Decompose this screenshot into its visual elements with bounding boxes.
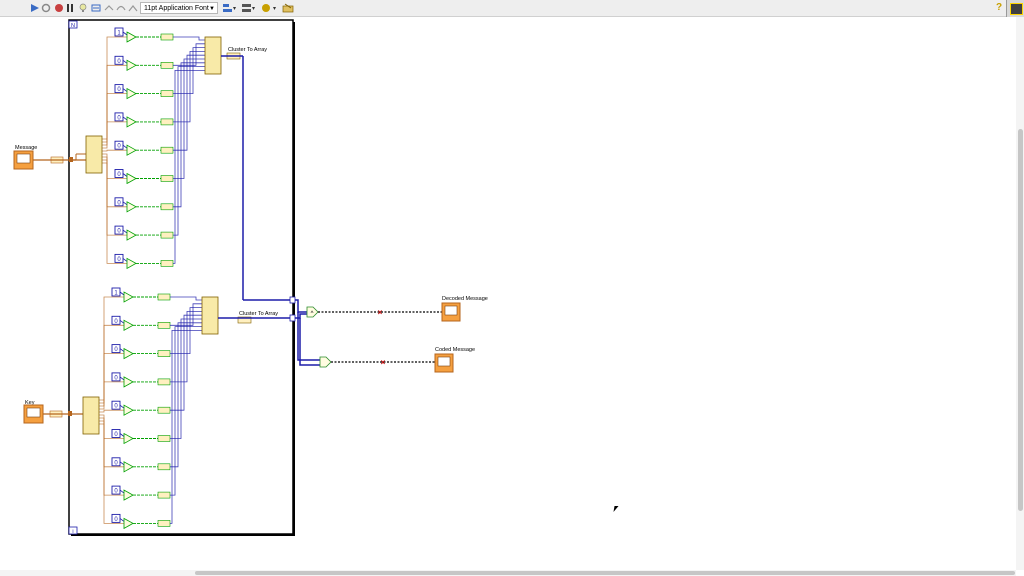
bool-to-number-node[interactable] xyxy=(157,435,171,442)
bool-to-number-node[interactable] xyxy=(160,175,174,182)
font-select[interactable]: 11pt Application Font ▼ xyxy=(140,2,218,14)
compare-node[interactable] xyxy=(126,229,137,241)
compare-node[interactable] xyxy=(126,116,137,128)
bool-to-number-node[interactable] xyxy=(157,293,171,301)
help-icon[interactable]: ? xyxy=(994,2,1004,14)
pause-icon[interactable] xyxy=(65,3,75,13)
bool-to-number-node[interactable] xyxy=(157,321,171,329)
font-select-label: 11pt Application Font xyxy=(144,5,209,12)
cluster-to-array-label-bottom: Cluster To Array xyxy=(239,311,278,317)
bool-to-number-node[interactable] xyxy=(160,33,174,41)
compare-node[interactable] xyxy=(319,356,332,368)
bool-to-number-node[interactable] xyxy=(157,491,171,499)
cluster-to-array-node-top[interactable] xyxy=(204,36,222,75)
compare-node[interactable] xyxy=(126,144,137,156)
run-arrow-icon[interactable] xyxy=(30,3,40,13)
decoded-message-label: Decoded Message xyxy=(442,296,488,302)
loop-count-label: N xyxy=(71,23,75,29)
step-over-icon[interactable] xyxy=(116,3,126,13)
bool-to-number-node[interactable] xyxy=(160,203,174,211)
tunnel-bottom xyxy=(289,314,296,322)
highlight-execution-icon[interactable] xyxy=(78,3,88,13)
compare-node[interactable] xyxy=(123,432,134,445)
bool-to-number-node[interactable] xyxy=(160,146,174,154)
bool-to-number-node[interactable] xyxy=(157,520,171,527)
message-label: Message xyxy=(15,145,37,151)
toolbar: 11pt Application Font ▼ ? xyxy=(0,0,1024,17)
bool-to-number-node[interactable] xyxy=(157,463,171,471)
vertical-scrollbar[interactable] xyxy=(1016,17,1024,570)
compare-node[interactable] xyxy=(123,404,134,416)
compare-node[interactable] xyxy=(123,376,134,388)
coded-message-label: Coded Message xyxy=(435,347,475,353)
bool-to-number-node[interactable] xyxy=(157,406,171,414)
compare-node[interactable] xyxy=(126,172,137,185)
unbundle-node-bottom[interactable] xyxy=(82,396,100,435)
bool-to-number-node[interactable] xyxy=(160,260,174,267)
abort-icon[interactable] xyxy=(54,3,64,13)
block-diagram: 100000000100000000 N i Message Key Clust… xyxy=(13,19,488,536)
compare-node[interactable] xyxy=(123,347,134,360)
reorder-icon[interactable] xyxy=(261,3,277,13)
compare-node[interactable] xyxy=(126,31,137,43)
loop-iteration-label: i xyxy=(72,529,73,535)
vi-icon[interactable] xyxy=(1006,0,1024,17)
bool-to-number-node[interactable] xyxy=(160,118,174,126)
compare-node[interactable] xyxy=(126,59,137,71)
bool-to-number-node[interactable] xyxy=(157,378,171,386)
horizontal-scrollbar[interactable] xyxy=(0,570,1016,576)
xor-symbol: ^ xyxy=(311,311,314,317)
step-out-icon[interactable] xyxy=(128,3,138,13)
tunnel-top xyxy=(289,296,296,304)
compare-node[interactable] xyxy=(126,201,137,213)
broken-wire-x-icon: × xyxy=(381,358,386,367)
horizontal-scroll-thumb[interactable] xyxy=(195,571,1015,575)
cluster-to-array-label-top: Cluster To Array xyxy=(228,47,267,53)
chevron-down-icon: ▼ xyxy=(209,6,215,12)
compare-node[interactable] xyxy=(126,257,137,270)
compare-node[interactable] xyxy=(123,489,134,501)
distribute-icon[interactable] xyxy=(241,3,255,13)
vertical-scroll-thumb[interactable] xyxy=(1018,129,1023,511)
align-icon[interactable] xyxy=(222,3,236,13)
broken-wire-x-icon: × xyxy=(378,308,383,317)
run-continuous-icon[interactable] xyxy=(41,3,51,13)
bool-to-number-node[interactable] xyxy=(160,61,174,69)
cluster-to-array-node-bottom[interactable] xyxy=(201,296,219,335)
bool-to-number-node[interactable] xyxy=(160,90,174,97)
cleanup-icon[interactable] xyxy=(282,3,294,13)
retain-wire-values-icon[interactable] xyxy=(91,3,101,13)
bool-to-number-node[interactable] xyxy=(160,231,174,239)
compare-node[interactable] xyxy=(123,461,134,473)
compare-node[interactable] xyxy=(123,517,134,530)
compare-node[interactable] xyxy=(126,87,137,100)
compare-node[interactable] xyxy=(123,319,134,331)
bool-to-number-node[interactable] xyxy=(157,350,171,357)
unbundle-node-top[interactable] xyxy=(85,135,103,174)
step-into-icon[interactable] xyxy=(104,3,114,13)
compare-node[interactable] xyxy=(123,291,134,303)
